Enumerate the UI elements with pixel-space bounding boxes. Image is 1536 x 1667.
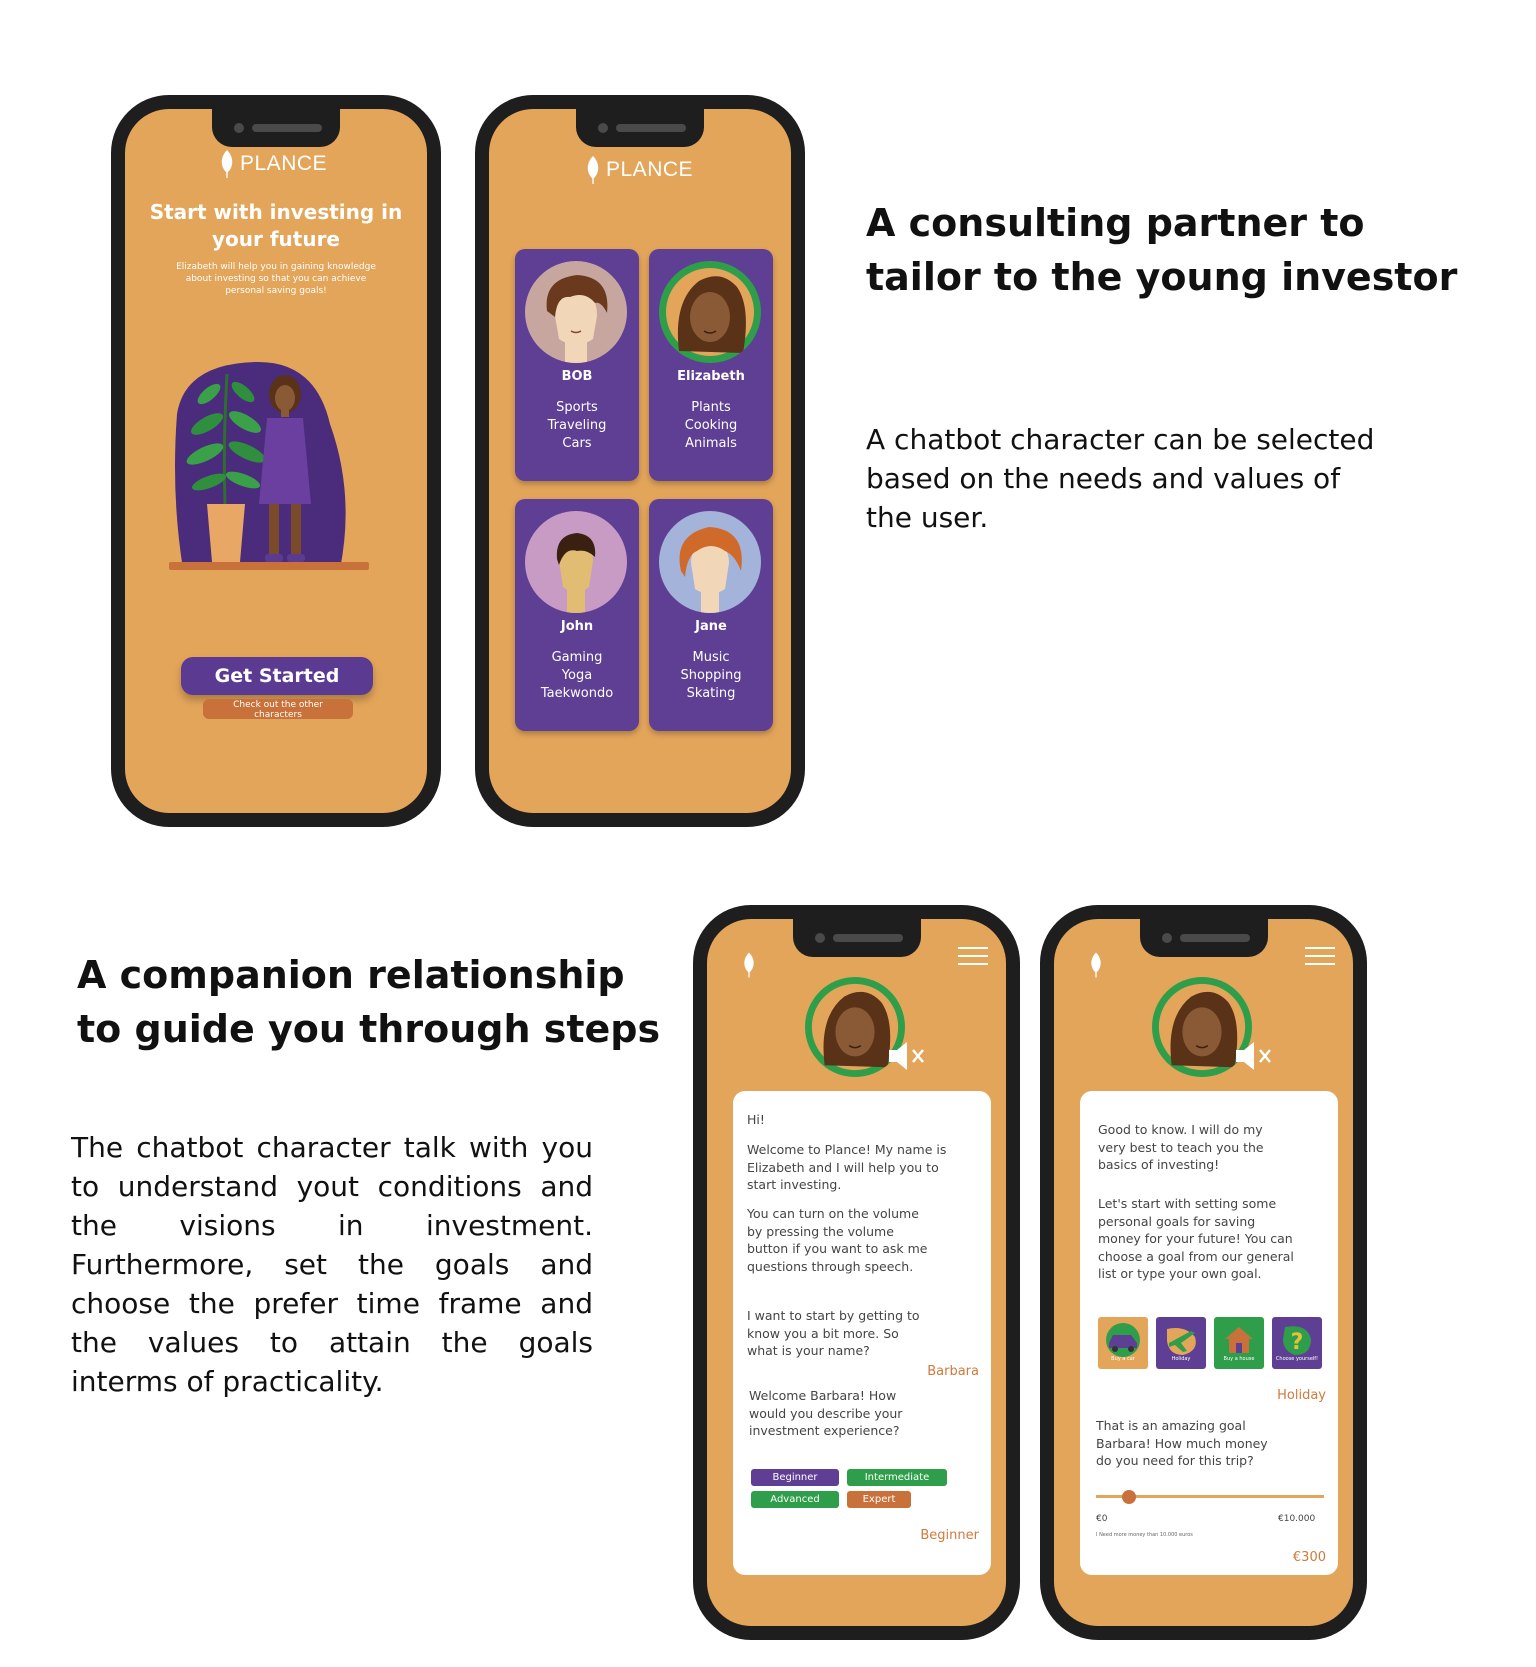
section1-body: A chatbot character can be selected base… [866,423,1375,534]
phone-chat-intro: Hi! Welcome to Plance! My name is Elizab… [693,905,1020,1640]
goal-list: Buy a car Holiday Buy a house ? Choose y… [1098,1317,1322,1369]
phone-notch [212,109,340,147]
character-tag: Music [692,650,730,665]
goal-label: Choose yourself! [1275,1355,1319,1362]
character-card-bob[interactable]: BOB Sports Traveling Cars [515,249,639,481]
avatar-john [525,511,627,613]
chat-goals-screen: Good to know. I will do my very best to … [1054,919,1353,1626]
amount-slider[interactable] [1096,1487,1324,1507]
volume-mute-icon[interactable] [1234,1041,1274,1071]
phone-notch [792,919,921,957]
character-name: BOB [561,369,593,384]
goal-label: Holiday [1171,1355,1191,1362]
slider-note: I Need more money than 10.000 euros [1096,1532,1193,1538]
leaf-icon [744,952,754,978]
character-tag: Shopping [680,668,742,683]
option-expert[interactable]: Expert [847,1491,911,1508]
chat-panel: Hi! Welcome to Plance! My name is Elizab… [733,1091,991,1575]
slider-max-label: €10.000 [1278,1514,1316,1524]
goal-label: Buy a car [1111,1355,1135,1362]
bot-message: Welcome to Plance! My name is Elizabeth … [747,1142,947,1192]
user-reply: Barbara [927,1364,979,1379]
character-card-jane[interactable]: Jane Music Shopping Skating [649,499,773,731]
character-card-elizabeth[interactable]: Elizabeth Plants Cooking Animals [649,249,773,481]
phone-chat-goals: Good to know. I will do my very best to … [1040,905,1367,1640]
avatar-jane [659,511,761,613]
character-tag: Yoga [561,668,593,683]
phone-notch [1139,919,1268,957]
character-name: Jane [695,619,727,634]
volume-mute-icon[interactable] [887,1041,927,1071]
bot-message: Let's start with setting some personal g… [1098,1196,1294,1281]
leaf-icon [221,150,233,178]
user-reply: Beginner [920,1528,979,1543]
character-name: Elizabeth [677,369,745,384]
bot-message: Welcome Barbara! How would you describe … [749,1388,903,1438]
bot-message: Good to know. I will do my very best to … [1098,1122,1264,1172]
other-characters-button[interactable]: Check out the other characters [203,699,353,720]
character-name: John [560,619,594,634]
brand-name: PLANCE [240,152,328,175]
bot-message: You can turn on the volume by pressing t… [747,1206,928,1274]
plance-logo: PLANCE [584,155,693,185]
character-tag: Skating [686,686,736,701]
bot-message: Hi! [747,1112,765,1127]
plance-logo: PLANCE [218,149,327,179]
leaf-icon [1091,952,1101,978]
chat-intro-screen: Hi! Welcome to Plance! My name is Elizab… [707,919,1006,1626]
menu-icon[interactable] [958,947,988,965]
avatar-bob [525,261,627,363]
goal-holiday[interactable]: Holiday [1156,1317,1206,1369]
user-reply: €300 [1292,1550,1326,1565]
option-beginner[interactable]: Beginner [751,1469,839,1486]
illustration-woman-with-plant [169,361,369,570]
section1-heading: A consulting partner to tailor to the yo… [866,201,1458,299]
bot-message: That is an amazing goal Barbara! How muc… [1096,1418,1268,1468]
character-tag: Plants [691,400,731,415]
option-intermediate[interactable]: Intermediate [847,1469,947,1486]
welcome-subtitle: Elizabeth will help you in gaining knowl… [176,262,376,296]
character-tag: Traveling [547,418,607,433]
goal-buy-car[interactable]: Buy a car [1098,1317,1148,1369]
goal-choose-yourself[interactable]: ? Choose yourself! [1272,1317,1322,1369]
user-reply: Holiday [1277,1388,1326,1403]
slider-handle[interactable] [1122,1490,1136,1504]
character-tag: Cars [562,436,592,451]
slider-min-label: €0 [1096,1514,1108,1524]
character-card-john[interactable]: John Gaming Yoga Taekwondo [515,499,639,731]
section2-heading: A companion relationship to guide you th… [77,953,661,1051]
menu-icon[interactable] [1305,947,1335,965]
option-advanced[interactable]: Advanced [751,1491,839,1508]
phone-character-select: PLANCE BOB Sports Traveling Cars Elizabe… [475,95,805,827]
goal-label: Buy a house [1223,1355,1255,1362]
character-select-screen: PLANCE BOB Sports Traveling Cars Elizabe… [489,109,791,813]
leaf-icon [587,156,599,184]
avatar-elizabeth [659,261,761,363]
character-tag: Cooking [684,418,738,433]
character-tag: Animals [685,436,737,451]
character-tag: Sports [556,400,598,415]
get-started-button[interactable]: Get Started [181,657,373,695]
chat-panel: Good to know. I will do my very best to … [1080,1091,1338,1575]
bot-message: I want to start by getting to know you a… [747,1308,920,1358]
brand-name: PLANCE [606,158,694,181]
character-tag: Gaming [551,650,603,665]
welcome-title: Start with investing in your future [149,200,403,251]
phone-welcome-screen: PLANCE Start with investing in your futu… [111,95,441,827]
goal-buy-house[interactable]: Buy a house [1214,1317,1264,1369]
phone-notch [576,109,704,147]
section2-body: The chatbot character talk with you to u… [71,1131,593,1398]
welcome-screen: PLANCE Start with investing in your futu… [125,109,427,813]
character-tag: Taekwondo [540,686,614,701]
